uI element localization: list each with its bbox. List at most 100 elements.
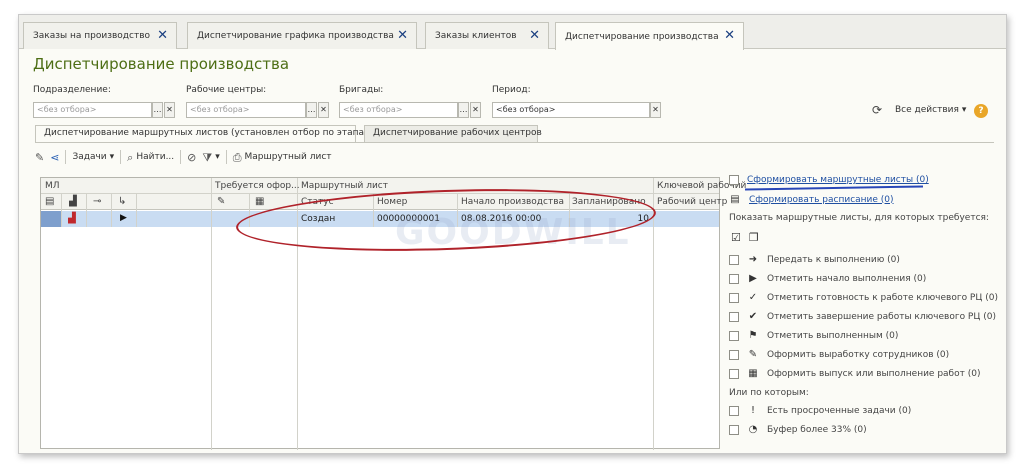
connector-icon: ⊸ [93,196,102,207]
help-icon[interactable]: ? [974,104,988,118]
generate-sheets-link[interactable]: Сформировать маршрутные листы (0) [747,175,929,185]
share-icon[interactable]: ⋖ [50,152,59,163]
wrench-icon: ✎ [217,196,226,207]
toolbar-separator [225,150,227,164]
column-divider [61,194,62,227]
tab-label: Заказы клиентов [435,31,517,41]
column-divider [211,178,212,450]
table-icon: ▤ [45,196,55,207]
column-divider [86,194,87,227]
tab-production-orders[interactable]: Заказы на производство ✕ [23,22,177,49]
checkbox[interactable] [729,311,739,322]
checkbox[interactable] [729,330,739,341]
brigades-select-button[interactable]: … [458,102,469,118]
actions-panel: Сформировать маршрутные листы (0) ▤ Сфор… [725,167,1006,453]
division-clear-button[interactable]: ✕ [164,102,175,118]
checkbox[interactable] [729,254,739,265]
grid-icon: ▦ [748,368,758,379]
division-select-button[interactable]: … [152,102,163,118]
tab-customer-orders[interactable]: Заказы клиентов ✕ [425,22,549,49]
close-icon[interactable]: ✕ [724,29,735,42]
quick-icons: ☑ ❐ [731,231,759,244]
list-item[interactable]: ✎ Оформить выработку сотрудников (0) [729,349,949,360]
exclamation-icon: ! [750,405,755,416]
tab-workcenters-dispatch[interactable]: Диспетчирование рабочих центров [364,125,542,142]
close-icon[interactable]: ✕ [529,29,540,42]
list-item[interactable]: ✔ Отметить завершение работы ключевого Р… [729,311,996,322]
column-workcenter[interactable]: Рабочий центр [657,197,727,207]
filter-icon: ⧩ [202,150,213,164]
tasks-button[interactable]: Задачи ▾ [72,152,114,162]
toolbar-separator [65,150,67,164]
tab-label: Заказы на производство [33,31,151,41]
column-divider [653,178,654,450]
list-item[interactable]: ➜ Передать к выполнению (0) [729,254,900,265]
factory-status-icon: ▟ [68,213,76,224]
tab-schedule-dispatch[interactable]: Диспетчирование графика производства ✕ [187,22,417,49]
workcenters-field[interactable]: <без отбора> [186,102,306,118]
list-item[interactable]: ! Есть просроченные задачи (0) [729,405,911,416]
route-sheet-label: Маршрутный лист [244,152,332,162]
all-actions-button[interactable]: Все действия ▾ [895,105,966,115]
list-item[interactable]: ✓ Отметить готовность к работе ключевого… [729,292,998,303]
tab-production-dispatch[interactable]: Диспетчирование производства ✕ [555,22,744,50]
generate-schedule-link[interactable]: Сформировать расписание (0) [749,195,894,205]
all-actions-label: Все действия [895,105,959,115]
search-icon: ⌕ [127,150,134,164]
play-icon: ▶ [749,273,757,284]
chevron-down-icon: ▾ [109,152,115,162]
brigades-field[interactable]: <без отбора> [339,102,458,118]
page-title: Диспетчирование производства [33,55,290,73]
checkbox[interactable] [729,368,739,379]
checkbox[interactable] [729,175,739,185]
workcenters-select-button[interactable]: … [306,102,317,118]
filter-button[interactable]: ⧩ ▾ [202,152,219,163]
division-field[interactable]: <без отбора> [33,102,152,118]
row-selector[interactable] [41,211,61,227]
copy-icon[interactable]: ❐ [749,231,759,244]
check-outline-icon: ✓ [748,292,758,303]
brigades-label: Бригады: [339,85,384,95]
checkbox[interactable] [729,292,739,303]
period-clear-button[interactable]: ✕ [650,102,661,118]
checkbox[interactable] [729,349,739,360]
period-field[interactable]: <без отбора> [492,102,650,118]
edit-icon[interactable]: ✎ [35,152,44,163]
cancel-search-icon[interactable]: ⊘ [187,152,196,163]
close-icon[interactable]: ✕ [397,29,408,42]
brigades-clear-button[interactable]: ✕ [470,102,481,118]
column-divider [111,194,112,227]
check-icon: ✔ [748,311,758,322]
grid-icon: ▦ [255,196,265,207]
refresh-icon[interactable]: ⟳ [872,103,882,117]
column-group-ml: МЛ [45,181,60,191]
printer-icon: ⎙ [232,150,242,164]
route-sheet-print-button[interactable]: ⎙ Маршрутный лист [233,152,332,163]
find-button[interactable]: ⌕ Найти... [127,152,174,163]
toolbar-separator [120,150,122,164]
show-label: Показать маршрутные листы, для которых т… [729,213,989,223]
finish-flag-icon: ⚑ [748,330,758,341]
checkbox[interactable] [729,273,739,284]
arrow-right-icon: ➜ [748,254,758,265]
column-group-route-sheet: Маршрутный лист [301,181,389,191]
tab-bar: Заказы на производство ✕ Диспетчирование… [19,15,1006,50]
generate-schedule-row[interactable]: ▤ Сформировать расписание (0) [729,194,894,205]
item-label: Отметить выполненным (0) [767,330,899,341]
select-all-icon[interactable]: ☑ [731,231,741,244]
wrench-icon: ✎ [748,349,758,360]
generate-sheets-row[interactable]: Сформировать маршрутные листы (0) [729,175,929,185]
pie-icon: ◔ [748,424,758,435]
item-label: Оформить выработку сотрудников (0) [767,349,950,360]
workcenters-clear-button[interactable]: ✕ [318,102,329,118]
list-item[interactable]: ◔ Буфер более 33% (0) [729,424,867,435]
toolbar: ✎ ⋖ Задачи ▾ ⌕ Найти... ⊘ ⧩ ▾ ⎙ Маршрутный л… [35,147,332,167]
close-icon[interactable]: ✕ [157,29,168,42]
checkbox[interactable] [729,424,739,435]
list-item[interactable]: ▶ Отметить начало выполнения (0) [729,273,926,284]
tasks-label: Задачи [72,152,107,162]
checkbox[interactable] [729,405,739,416]
list-item[interactable]: ▦ Оформить выпуск или выполнение работ (… [729,368,980,379]
list-item[interactable]: ⚑ Отметить выполненным (0) [729,330,898,341]
tab-route-sheets-dispatch[interactable]: Диспетчирование маршрутных листов (устан… [35,125,374,143]
